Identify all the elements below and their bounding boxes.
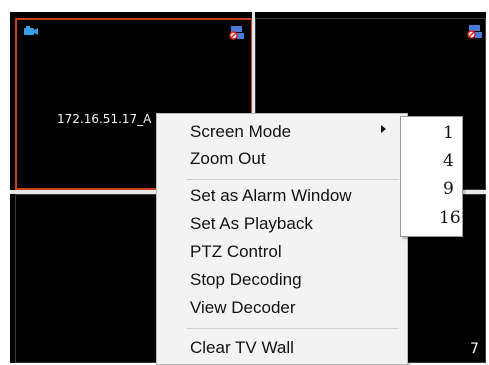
menu-separator xyxy=(187,179,399,180)
menu-item-ptz-control[interactable]: PTZ Control xyxy=(190,242,282,262)
screen-number: 7 xyxy=(470,341,479,357)
screen-mode-option-4[interactable]: 4 xyxy=(443,151,454,171)
screen-mode-option-16[interactable]: 16 xyxy=(439,208,461,228)
decoder-status-icon xyxy=(229,26,244,40)
camera-icon xyxy=(24,26,38,35)
decoder-status-icon xyxy=(467,25,482,39)
menu-item-set-alarm-window[interactable]: Set as Alarm Window xyxy=(190,186,352,206)
screen-mode-submenu: 1 4 9 16 xyxy=(400,116,463,237)
chevron-right-icon xyxy=(381,125,386,133)
screen-1-label: 172.16.51.17_A xyxy=(57,112,152,126)
menu-item-screen-mode[interactable]: Screen Mode xyxy=(190,122,291,142)
menu-item-set-playback[interactable]: Set As Playback xyxy=(190,214,313,234)
menu-item-zoom-out[interactable]: Zoom Out xyxy=(190,149,266,169)
menu-item-view-decoder[interactable]: View Decoder xyxy=(190,298,296,318)
menu-item-clear-tv-wall[interactable]: Clear TV Wall xyxy=(190,338,294,358)
screen-mode-option-1[interactable]: 1 xyxy=(443,123,454,143)
context-menu: Screen Mode Zoom Out Set as Alarm Window… xyxy=(156,113,408,365)
screen-mode-option-9[interactable]: 9 xyxy=(443,179,454,199)
menu-item-stop-decoding[interactable]: Stop Decoding xyxy=(190,270,302,290)
menu-separator xyxy=(187,328,399,329)
